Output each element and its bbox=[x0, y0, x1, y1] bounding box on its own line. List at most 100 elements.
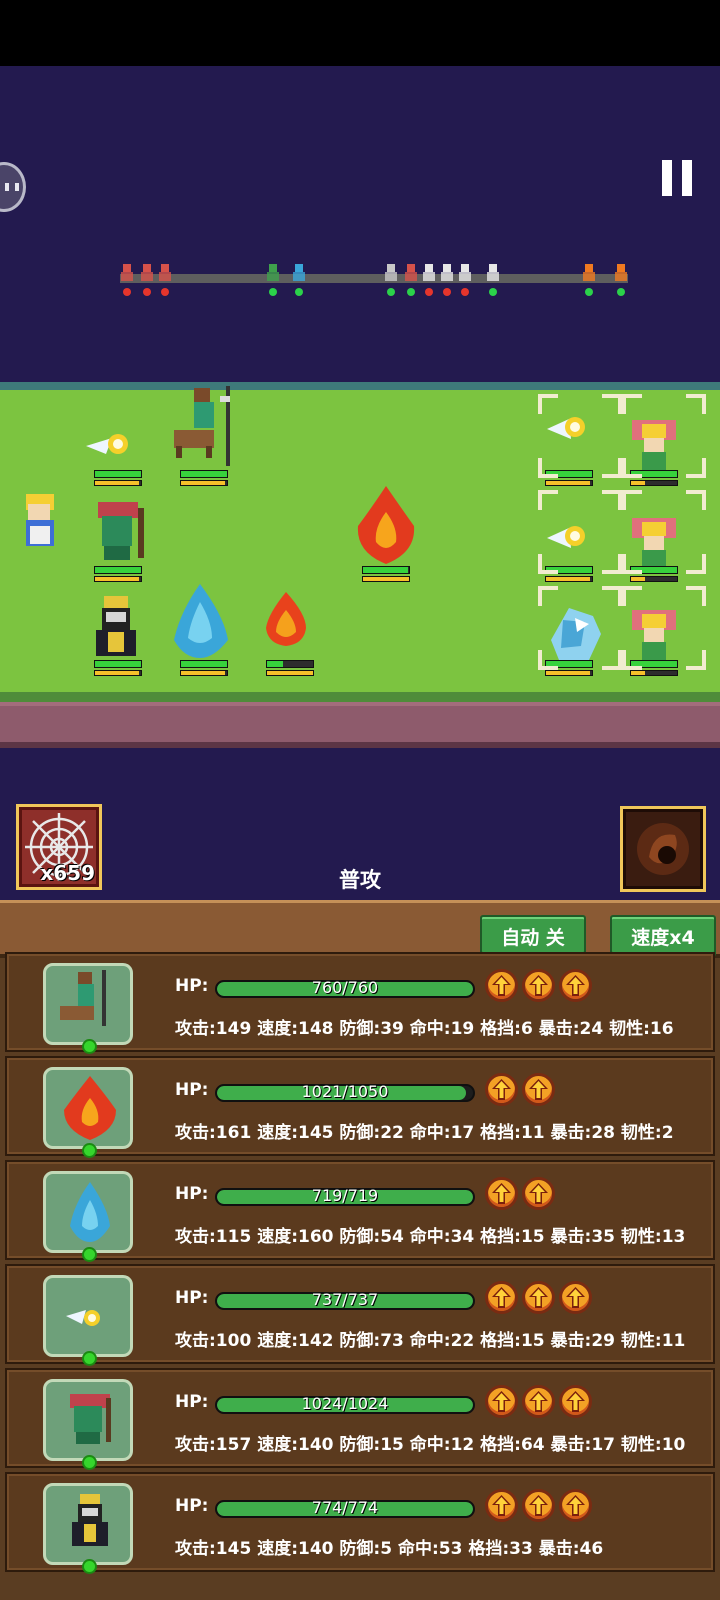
unit-energy-bar bbox=[180, 480, 228, 486]
upgrade-arrow-icon bbox=[529, 1079, 548, 1100]
upgrade-button[interactable] bbox=[522, 1385, 555, 1418]
member-portrait[interactable] bbox=[43, 1379, 133, 1470]
upgrade-row bbox=[485, 1281, 592, 1315]
hp-value: 1024/1024 bbox=[301, 1394, 389, 1413]
unit-hp-bar bbox=[94, 660, 142, 668]
upgrade-row bbox=[485, 1385, 592, 1419]
member-portrait[interactable] bbox=[43, 1067, 133, 1158]
target-frame[interactable] bbox=[622, 394, 706, 478]
web-skill-button[interactable]: x659 bbox=[16, 804, 102, 890]
upgrade-button[interactable] bbox=[522, 1489, 555, 1522]
upgrade-button[interactable] bbox=[485, 1073, 518, 1106]
timeline-unit-icon bbox=[420, 262, 440, 284]
party-member-card[interactable]: HP: 737/737 攻击:100 速度:142 防御:73 命中:22 格挡:1… bbox=[5, 1264, 715, 1366]
member-portrait[interactable] bbox=[43, 1275, 133, 1366]
fire-elemental[interactable] bbox=[350, 482, 422, 568]
fairy-ally[interactable] bbox=[82, 420, 134, 464]
ground-dirt bbox=[0, 702, 720, 748]
unit-hp-bar bbox=[180, 660, 228, 668]
unit-hp-bar bbox=[94, 470, 142, 478]
target-frame[interactable] bbox=[538, 490, 622, 574]
hp-label: HP: bbox=[175, 1288, 209, 1308]
timeline-unit-icon bbox=[580, 262, 600, 284]
upgrade-button[interactable] bbox=[522, 969, 555, 1002]
dark-knight[interactable] bbox=[88, 594, 144, 660]
upgrade-arrow-icon bbox=[492, 1287, 511, 1308]
timeline-ally-dot bbox=[407, 288, 415, 296]
unit-energy-bar bbox=[545, 576, 593, 582]
auto-battle-button[interactable]: 自动 关 bbox=[480, 915, 586, 957]
member-stats: 攻击:145 速度:140 防御:5 命中:53 格挡:33 暴击:46 bbox=[175, 1539, 604, 1559]
upgrade-arrow-icon bbox=[492, 1495, 511, 1516]
battle-sky bbox=[0, 66, 720, 382]
upgrade-button[interactable] bbox=[522, 1281, 555, 1314]
unit-status-bars bbox=[362, 566, 410, 582]
hp-label: HP: bbox=[175, 1080, 209, 1100]
fire-elemental-portrait-icon bbox=[64, 1076, 116, 1140]
timeline-enemy-dot bbox=[443, 288, 451, 296]
wizard-hero[interactable] bbox=[14, 490, 66, 560]
party-member-card[interactable]: HP: 1024/1024 攻击:157 速度:140 防御:15 命中:12 格挡… bbox=[5, 1368, 715, 1470]
timeline-unit-icon bbox=[156, 262, 176, 284]
speed-button[interactable]: 速度x4 bbox=[610, 915, 716, 957]
timeline-ally-dot bbox=[617, 288, 625, 296]
field-edge bbox=[0, 692, 720, 702]
upgrade-button[interactable] bbox=[485, 1281, 518, 1314]
hp-value: 774/774 bbox=[311, 1498, 379, 1517]
water-elemental[interactable] bbox=[170, 582, 232, 660]
upgrade-arrow-icon bbox=[529, 1495, 548, 1516]
upgrade-arrow-icon bbox=[529, 975, 548, 996]
normal-attack-label: 普攻 bbox=[339, 868, 381, 892]
fire-skill-button[interactable] bbox=[620, 806, 706, 892]
timeline-ally-dot bbox=[269, 288, 277, 296]
upgrade-button[interactable] bbox=[559, 1281, 592, 1314]
timeline-ally-dot bbox=[387, 288, 395, 296]
timeline-unit-icon bbox=[402, 262, 422, 284]
plant-knight[interactable] bbox=[92, 500, 152, 564]
target-frame[interactable] bbox=[538, 586, 622, 670]
target-frame[interactable] bbox=[622, 586, 706, 670]
timeline-unit-icon bbox=[264, 262, 284, 284]
plant-knight-icon bbox=[98, 502, 144, 560]
centaur-spearman[interactable] bbox=[170, 386, 236, 470]
upgrade-button[interactable] bbox=[522, 1073, 555, 1106]
upgrade-button[interactable] bbox=[559, 1489, 592, 1522]
upgrade-button[interactable] bbox=[522, 1177, 555, 1210]
flame-spirit[interactable] bbox=[264, 590, 310, 648]
member-portrait[interactable] bbox=[43, 963, 133, 1054]
unit-status-bars bbox=[94, 470, 142, 486]
upgrade-button[interactable] bbox=[485, 1177, 518, 1210]
target-frame[interactable] bbox=[622, 490, 706, 574]
hp-value: 1021/1050 bbox=[301, 1082, 389, 1101]
unit-energy-bar bbox=[94, 576, 142, 582]
dark-knight-icon bbox=[96, 596, 136, 656]
party-member-card[interactable]: HP: 774/774 攻击:145 速度:140 防御:5 命中:53 格挡:33… bbox=[5, 1472, 715, 1574]
alive-indicator bbox=[82, 1559, 97, 1574]
target-frame[interactable] bbox=[538, 394, 622, 478]
member-portrait[interactable] bbox=[43, 1483, 133, 1574]
timeline-unit-icon bbox=[382, 262, 402, 284]
member-stats: 攻击:161 速度:145 防御:22 命中:17 格挡:11 暴击:28 韧性… bbox=[175, 1123, 674, 1143]
status-bar bbox=[0, 0, 720, 66]
upgrade-button[interactable] bbox=[559, 969, 592, 1002]
party-member-card[interactable]: HP: 719/719 攻击:115 速度:160 防御:54 命中:34 格挡:1… bbox=[5, 1160, 715, 1262]
unit-status-bars bbox=[266, 660, 314, 676]
upgrade-row bbox=[485, 1177, 555, 1211]
pause-button[interactable] bbox=[662, 160, 694, 196]
unit-status-bars bbox=[180, 660, 228, 676]
upgrade-button[interactable] bbox=[485, 969, 518, 1002]
member-stats: 攻击:115 速度:160 防御:54 命中:34 格挡:15 暴击:35 韧性… bbox=[175, 1227, 686, 1247]
timeline-unit-icon bbox=[484, 262, 504, 284]
member-portrait[interactable] bbox=[43, 1171, 133, 1262]
unit-hp-bar bbox=[266, 660, 314, 668]
upgrade-button[interactable] bbox=[559, 1385, 592, 1418]
upgrade-button[interactable] bbox=[485, 1489, 518, 1522]
hp-value: 719/719 bbox=[311, 1186, 379, 1205]
timeline-enemy-dot bbox=[143, 288, 151, 296]
upgrade-button[interactable] bbox=[485, 1385, 518, 1418]
party-member-card[interactable]: HP: 1021/1050 攻击:161 速度:145 防御:22 命中:17 格挡… bbox=[5, 1056, 715, 1158]
member-stats: 攻击:149 速度:148 防御:39 命中:19 格挡:6 暴击:24 韧性:… bbox=[175, 1019, 674, 1039]
timeline-enemy-dot bbox=[161, 288, 169, 296]
centaur-portrait-icon bbox=[60, 970, 106, 1026]
party-member-card[interactable]: HP: 760/760 攻击:149 速度:148 防御:39 命中:19 格挡:6… bbox=[5, 952, 715, 1054]
